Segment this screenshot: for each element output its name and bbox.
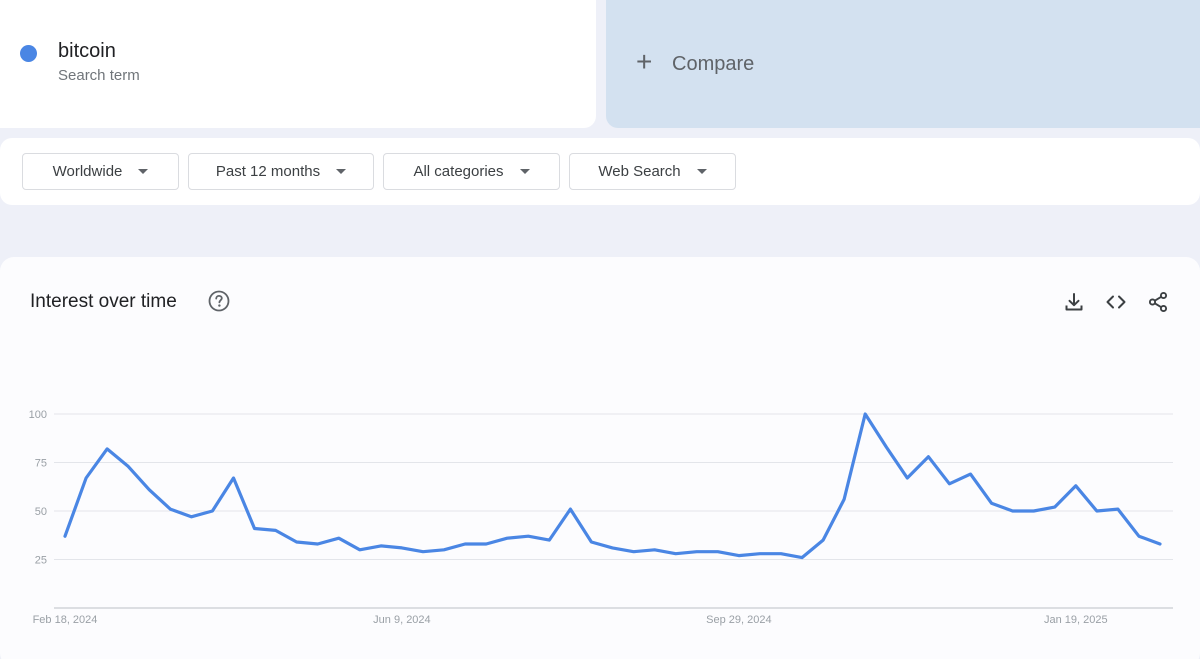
plus-icon: + <box>636 46 653 77</box>
data-point[interactable] <box>549 540 550 541</box>
data-point[interactable] <box>1054 507 1055 508</box>
data-point[interactable] <box>928 456 929 457</box>
time-range-dropdown-label: Past 12 months <box>215 163 321 180</box>
data-point[interactable] <box>1138 536 1139 537</box>
search-type-dropdown[interactable]: Web Search <box>569 153 736 190</box>
data-point[interactable] <box>802 557 803 558</box>
search-term-card[interactable]: bitcoin Search term <box>0 0 596 128</box>
data-point[interactable] <box>696 551 697 552</box>
interest-line-chart: 25 50 75 100 Feb 18, 2024 Jun 9, 2024 Sep 29,… <box>29 409 1173 626</box>
series-line-bitcoin[interactable] <box>63 412 1162 560</box>
data-point[interactable] <box>170 509 171 510</box>
region-dropdown-label: Worldwide <box>52 163 123 180</box>
data-point[interactable] <box>1160 543 1161 544</box>
x-tick-label: Feb 18, 2024 <box>33 614 98 626</box>
y-tick-label: 75 <box>35 458 47 470</box>
data-point[interactable] <box>907 478 908 479</box>
y-tick-label: 25 <box>35 555 47 567</box>
region-dropdown[interactable]: Worldwide <box>22 153 179 190</box>
data-point[interactable] <box>317 543 318 544</box>
data-point[interactable] <box>401 547 402 548</box>
data-point[interactable] <box>1117 509 1118 510</box>
y-tick-label: 100 <box>29 409 47 421</box>
data-point[interactable] <box>970 474 971 475</box>
search-term-subtitle: Search term <box>58 67 140 84</box>
data-point[interactable] <box>570 509 571 510</box>
data-point[interactable] <box>949 483 950 484</box>
caret-down-icon <box>336 169 347 174</box>
data-point[interactable] <box>528 536 529 537</box>
x-tick-label: Jun 9, 2024 <box>373 614 431 626</box>
data-point[interactable] <box>717 551 718 552</box>
data-point[interactable] <box>507 538 508 539</box>
caret-down-icon <box>696 169 707 174</box>
compare-button[interactable]: + Compare <box>606 0 1200 128</box>
data-point[interactable] <box>654 549 655 550</box>
category-dropdown-label: All categories <box>413 163 504 180</box>
data-point[interactable] <box>444 549 445 550</box>
time-range-dropdown[interactable]: Past 12 months <box>188 153 374 190</box>
caret-down-icon <box>138 169 149 174</box>
data-point[interactable] <box>465 543 466 544</box>
data-point[interactable] <box>612 547 613 548</box>
data-point[interactable] <box>233 478 234 479</box>
data-point[interactable] <box>738 555 739 556</box>
data-point[interactable] <box>191 516 192 517</box>
data-point[interactable] <box>991 503 992 504</box>
caret-down-icon <box>519 169 530 174</box>
data-point[interactable] <box>759 553 760 554</box>
data-point[interactable] <box>844 499 845 500</box>
data-point[interactable] <box>1012 511 1013 512</box>
data-point[interactable] <box>823 540 824 541</box>
data-point[interactable] <box>591 542 592 543</box>
x-tick-label: Sep 29, 2024 <box>706 614 771 626</box>
data-point[interactable] <box>380 545 381 546</box>
data-point[interactable] <box>86 478 87 479</box>
data-point[interactable] <box>675 553 676 554</box>
search-term-name: bitcoin <box>58 40 116 62</box>
data-point[interactable] <box>65 536 66 537</box>
data-point[interactable] <box>1096 511 1097 512</box>
data-point[interactable] <box>633 551 634 552</box>
data-point[interactable] <box>212 511 213 512</box>
data-point[interactable] <box>275 530 276 531</box>
series-color-dot <box>20 45 37 62</box>
compare-label: Compare <box>672 53 755 75</box>
search-type-dropdown-label: Web Search <box>598 163 681 180</box>
y-tick-label: 50 <box>35 506 47 518</box>
data-point[interactable] <box>865 414 866 415</box>
data-point[interactable] <box>128 466 129 467</box>
data-point[interactable] <box>149 489 150 490</box>
data-point[interactable] <box>886 446 887 447</box>
data-point[interactable] <box>780 553 781 554</box>
filter-bar: Worldwide Past 12 months All categories … <box>0 138 1200 205</box>
category-dropdown[interactable]: All categories <box>383 153 560 190</box>
data-point[interactable] <box>422 551 423 552</box>
data-point[interactable] <box>486 543 487 544</box>
data-point[interactable] <box>296 542 297 543</box>
data-point[interactable] <box>338 538 339 539</box>
interest-over-time-card: Interest over time 25 50 75 100 Feb 18, 202… <box>0 257 1200 659</box>
data-point[interactable] <box>1033 511 1034 512</box>
data-point[interactable] <box>107 448 108 449</box>
x-tick-label: Jan 19, 2025 <box>1044 614 1108 626</box>
data-point[interactable] <box>359 549 360 550</box>
data-point[interactable] <box>1075 485 1076 486</box>
data-point[interactable] <box>254 528 255 529</box>
